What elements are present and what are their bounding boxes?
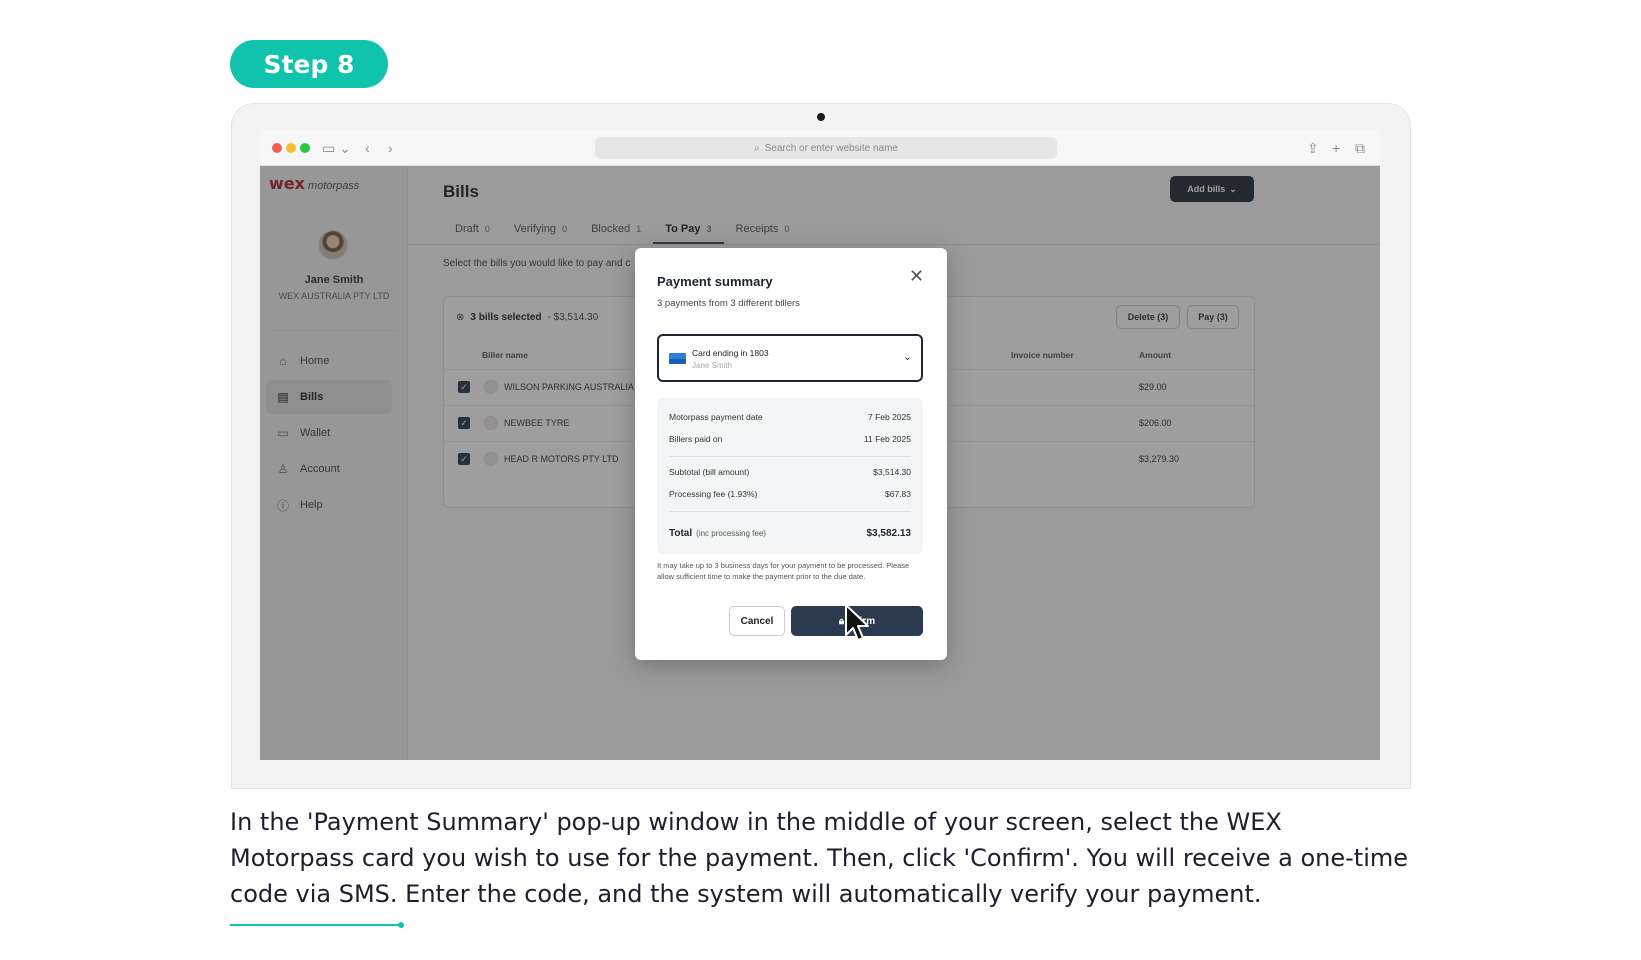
summary-divider xyxy=(669,511,911,512)
chevron-down-icon: ⌄ xyxy=(903,351,913,363)
motorpass-date-row: Motorpass payment date 7 Feb 2025 xyxy=(669,412,911,422)
mouse-cursor-icon xyxy=(845,604,869,641)
step-badge: Step 8 xyxy=(230,40,388,88)
address-placeholder: Search or enter website name xyxy=(764,142,898,154)
close-window-icon[interactable] xyxy=(272,143,282,153)
new-tab-icon[interactable]: + xyxy=(1332,138,1340,158)
subtotal-row: Subtotal (bill amount) $3,514.30 xyxy=(669,467,911,477)
browser-toolbar: ▭ ⌄ ‹ › ⌕ Search or enter website name ⇪… xyxy=(260,130,1380,166)
close-icon[interactable]: ✕ xyxy=(909,266,924,286)
sidebar-toggle-icon[interactable]: ▭ ⌄ xyxy=(322,138,351,158)
total-row: Total (inc processing fee) $3,582.13 xyxy=(669,528,911,539)
laptop-screen: ▭ ⌄ ‹ › ⌕ Search or enter website name ⇪… xyxy=(260,130,1380,760)
payment-summary-dialog: Payment summary 3 payments from 3 differ… xyxy=(635,248,947,660)
cancel-button[interactable]: Cancel xyxy=(729,606,785,636)
card-icon xyxy=(669,353,686,364)
dialog-title: Payment summary xyxy=(657,274,773,289)
minimize-window-icon[interactable] xyxy=(286,143,296,153)
motorpass-app: wex motorpass Jane Smith WEX AUSTRALIA P… xyxy=(260,166,1380,760)
camera-dot xyxy=(817,113,825,121)
search-icon: ⌕ xyxy=(753,142,760,154)
summary-divider xyxy=(669,456,911,457)
card-label: Card ending in 1803 xyxy=(692,348,769,358)
tutorial-page: Step 8 ▭ ⌄ ‹ › ⌕ Search or enter website… xyxy=(0,0,1641,960)
processing-disclaimer: It may take up to 3 business days for yo… xyxy=(657,561,910,581)
billers-paid-row: Billers paid on 11 Feb 2025 xyxy=(669,434,911,444)
card-holder: Jane Smith xyxy=(692,361,733,370)
forward-arrow-icon[interactable]: › xyxy=(388,138,393,158)
tabs-overview-icon[interactable]: ⧉ xyxy=(1355,138,1365,158)
caption-underline xyxy=(230,922,404,928)
instruction-caption: In the 'Payment Summary' pop-up window i… xyxy=(230,808,1409,908)
share-icon[interactable]: ⇪ xyxy=(1307,138,1319,158)
back-arrow-icon[interactable]: ‹ xyxy=(365,138,370,158)
maximize-window-icon[interactable] xyxy=(300,143,310,153)
processing-fee-row: Processing fee (1.93%) $67.83 xyxy=(669,489,911,499)
card-select[interactable]: Card ending in 1803 Jane Smith ⌄ xyxy=(657,334,923,382)
dialog-subtitle: 3 payments from 3 different billers xyxy=(657,298,800,309)
address-bar[interactable]: ⌕ Search or enter website name xyxy=(595,137,1057,159)
payment-breakdown: Motorpass payment date 7 Feb 2025 Biller… xyxy=(657,398,923,554)
